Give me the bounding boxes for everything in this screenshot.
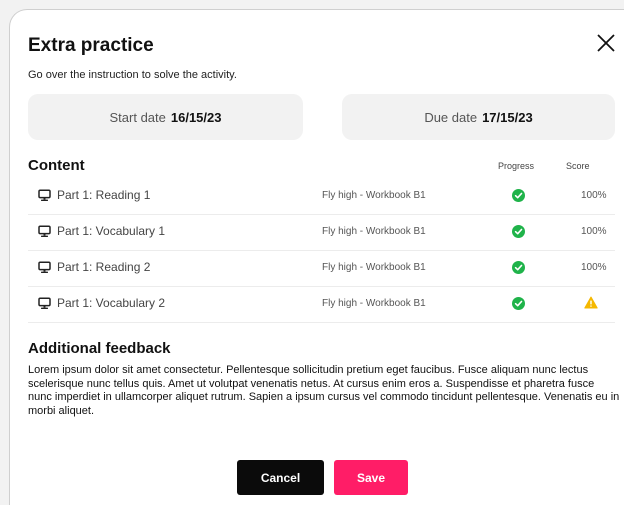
feedback-text: Lorem ipsum dolor sit amet consectetur. … <box>28 364 620 417</box>
warning-triangle-icon <box>584 296 598 309</box>
row-name-text: Part 1: Vocabulary 1 <box>57 224 166 238</box>
modal-subtitle: Go over the instruction to solve the act… <box>28 69 237 81</box>
content-row[interactable]: Part 1: Reading 2 Fly high - Workbook B1… <box>28 250 615 287</box>
row-name-text: Part 1: Vocabulary 2 <box>57 296 166 310</box>
due-date-label: Due date <box>424 109 478 125</box>
close-button[interactable] <box>595 32 617 54</box>
cancel-button[interactable]: Cancel <box>237 460 324 495</box>
monitor-icon <box>38 260 51 273</box>
row-score: 100% <box>581 226 607 237</box>
row-book: Fly high - Workbook B1 <box>322 298 426 309</box>
extra-practice-modal: Extra practice Go over the instruction t… <box>9 9 624 505</box>
row-name: Part 1: Vocabulary 1 <box>38 224 165 238</box>
feedback-heading: Additional feedback <box>28 340 171 357</box>
check-circle-icon <box>512 261 525 274</box>
row-book: Fly high - Workbook B1 <box>322 190 426 201</box>
monitor-icon <box>38 188 51 201</box>
check-circle-icon <box>512 297 525 310</box>
content-row[interactable]: Part 1: Vocabulary 2 Fly high - Workbook… <box>28 286 615 323</box>
due-date-value: 17/15/23 <box>482 109 533 125</box>
row-book: Fly high - Workbook B1 <box>322 262 426 273</box>
check-circle-icon <box>512 225 525 238</box>
start-date-value: 16/15/23 <box>170 109 222 125</box>
row-book: Fly high - Workbook B1 <box>322 226 426 237</box>
due-date-box: Due date 17/15/23 <box>342 94 615 140</box>
start-date-label: Start date <box>109 109 166 125</box>
row-name: Part 1: Reading 1 <box>38 188 150 202</box>
modal-title: Extra practice <box>28 35 154 56</box>
content-heading: Content <box>28 157 85 174</box>
row-name-text: Part 1: Reading 1 <box>57 188 151 202</box>
row-name: Part 1: Vocabulary 2 <box>38 296 165 310</box>
monitor-icon <box>38 224 51 237</box>
row-score: 100% <box>581 262 607 273</box>
progress-column-header: Progress <box>498 161 535 171</box>
close-icon <box>597 34 615 52</box>
content-row[interactable]: Part 1: Vocabulary 1 Fly high - Workbook… <box>28 214 615 251</box>
row-name-text: Part 1: Reading 2 <box>57 260 151 274</box>
row-name: Part 1: Reading 2 <box>38 260 150 274</box>
row-score: 100% <box>581 190 607 201</box>
save-button[interactable]: Save <box>334 460 408 495</box>
check-circle-icon <box>512 189 525 202</box>
content-row[interactable]: Part 1: Reading 1 Fly high - Workbook B1… <box>28 178 615 215</box>
start-date-box: Start date 16/15/23 <box>28 94 303 140</box>
score-column-header: Score <box>566 161 590 171</box>
monitor-icon <box>38 296 51 309</box>
